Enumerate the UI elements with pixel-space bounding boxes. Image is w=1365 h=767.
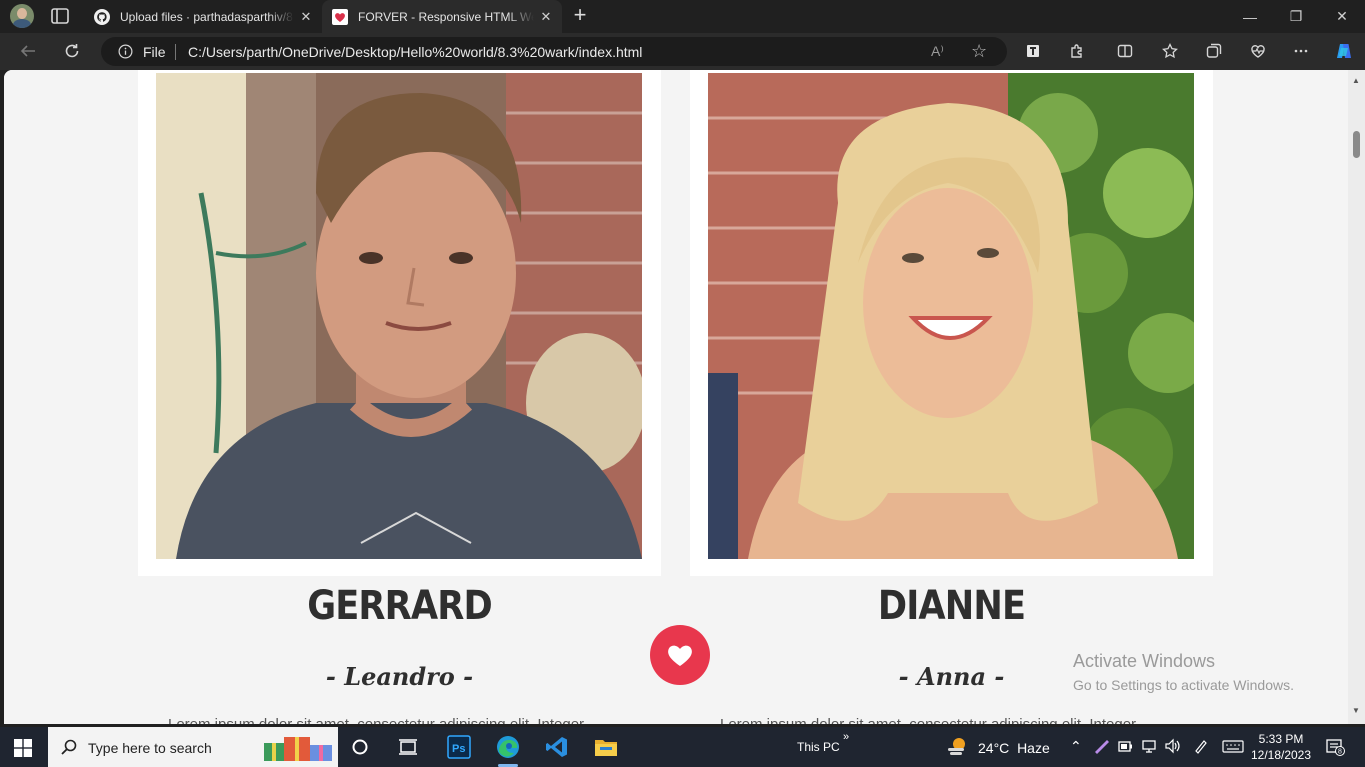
tab-github-upload[interactable]: Upload files · parthadasparthiv/8.3 ✕ [84, 0, 322, 33]
close-window-button[interactable]: ✕ [1319, 0, 1365, 33]
volume-icon[interactable] [1164, 738, 1182, 754]
battery-icon[interactable] [1117, 738, 1133, 754]
scheme-label: File [143, 44, 166, 60]
watermark-title: Activate Windows [1073, 651, 1216, 671]
browser-essentials-icon[interactable] [1244, 39, 1272, 63]
more-options-icon[interactable] [1287, 39, 1315, 63]
tab-actions-icon[interactable] [50, 7, 70, 25]
navigation-bar: File C:/Users/parth/OneDrive/Desktop/Hel… [0, 33, 1365, 70]
collections-icon[interactable] [1200, 39, 1228, 63]
watermark-subtitle: Go to Settings to activate Windows. [1073, 677, 1294, 693]
favorites-icon[interactable] [1156, 39, 1184, 63]
this-pc-toolbar[interactable]: This PC [797, 740, 840, 754]
cortana-icon[interactable] [347, 735, 373, 759]
tab-title: FORVER - Responsive HTML Wedding [358, 9, 534, 24]
refresh-icon[interactable] [58, 39, 86, 63]
vscode-icon[interactable] [544, 735, 570, 759]
notification-center-icon[interactable]: 8 [1325, 738, 1345, 756]
bride-description: Lorem ipsum dolor sit amet, consectetur … [720, 716, 1136, 724]
info-icon[interactable] [118, 44, 133, 59]
extension-icon[interactable] [1019, 39, 1047, 63]
notification-count: 8 [1338, 749, 1342, 756]
toolbar-expand-icon[interactable]: » [843, 731, 849, 743]
heart-favicon-icon [332, 8, 348, 25]
clock-time: 5:33 PM [1258, 732, 1304, 746]
photoshop-icon[interactable]: Ps [446, 735, 472, 759]
back-icon[interactable] [14, 39, 42, 63]
windows-taskbar: Type here to search Ps This PC » 24°C Ha… [0, 727, 1365, 767]
scroll-down-icon[interactable]: ▼ [1352, 706, 1360, 715]
groom-description: Lorem ipsum dolor sit amet, consectetur … [168, 716, 584, 724]
scrollbar-thumb[interactable] [1353, 131, 1360, 158]
weather-temp: 24°C [978, 740, 1010, 756]
copilot-icon[interactable] [1330, 39, 1358, 63]
search-icon [61, 739, 77, 755]
file-explorer-icon[interactable] [593, 735, 619, 759]
search-placeholder: Type here to search [88, 740, 212, 756]
keyboard-icon[interactable] [1222, 738, 1244, 754]
tab-close-icon[interactable]: ✕ [294, 9, 318, 25]
read-aloud-icon[interactable]: A⁾ [931, 43, 944, 60]
weather-condition: Haze [1017, 740, 1050, 756]
groom-photo [156, 73, 642, 559]
profile-avatar[interactable] [10, 4, 34, 28]
tab-title: Upload files · parthadasparthiv/8.3 [120, 9, 294, 24]
address-bar[interactable]: File C:/Users/parth/OneDrive/Desktop/Hel… [101, 37, 1007, 66]
svg-text:Ps: Ps [452, 743, 465, 755]
wedding-page: GERRARD - Leandro - DIANNE - Anna - Lore… [4, 70, 1348, 724]
activate-windows-watermark: Activate Windows Go to Settings to activ… [1073, 651, 1294, 693]
vertical-scrollbar[interactable]: ▲ ▼ [1348, 70, 1365, 724]
scroll-up-icon[interactable]: ▲ [1352, 76, 1360, 85]
weather-status[interactable]: 24°C Haze [978, 740, 1050, 756]
windows-start-icon[interactable] [14, 739, 32, 757]
edge-browser-icon[interactable] [495, 735, 521, 759]
weather-icon[interactable] [946, 736, 968, 756]
bride-photo [708, 73, 1194, 559]
tab-strip: Upload files · parthadasparthiv/8.3 ✕ FO… [0, 0, 1365, 33]
groom-nickname: - Leandro - [325, 662, 474, 691]
tab-forver-wedding[interactable]: FORVER - Responsive HTML Wedding ✕ [322, 0, 562, 33]
tab-close-icon[interactable]: ✕ [534, 9, 558, 25]
pen-workspace-icon[interactable] [1193, 738, 1209, 754]
pen-app-icon[interactable] [1093, 738, 1111, 754]
gift-boxes-icon [264, 737, 332, 761]
clock-date: 12/18/2023 [1250, 748, 1312, 762]
github-icon [94, 8, 110, 25]
task-view-icon[interactable] [395, 735, 421, 759]
groom-name: GERRARD [307, 583, 492, 629]
divider [175, 44, 176, 60]
show-hidden-icons-chevron-icon[interactable]: ⌃ [1070, 738, 1082, 755]
new-tab-button[interactable]: + [568, 4, 592, 28]
groom-photo-card [138, 70, 661, 576]
url-text[interactable]: C:/Users/parth/OneDrive/Desktop/Hello%20… [188, 44, 642, 60]
split-screen-icon[interactable] [1111, 39, 1139, 63]
maximize-button[interactable]: ❐ [1273, 0, 1319, 33]
system-clock[interactable]: 5:33 PM 12/18/2023 [1246, 731, 1316, 763]
bride-name: DIANNE [877, 583, 1026, 629]
extensions-puzzle-icon[interactable] [1063, 39, 1091, 63]
network-icon[interactable] [1141, 738, 1157, 754]
bride-photo-card [690, 70, 1213, 576]
favorite-star-icon[interactable]: ☆ [971, 41, 987, 62]
minimize-button[interactable]: — [1227, 0, 1273, 33]
heart-icon [650, 625, 710, 685]
taskbar-search-box[interactable]: Type here to search [48, 727, 338, 767]
page-viewport: GERRARD - Leandro - DIANNE - Anna - Lore… [4, 70, 1365, 724]
